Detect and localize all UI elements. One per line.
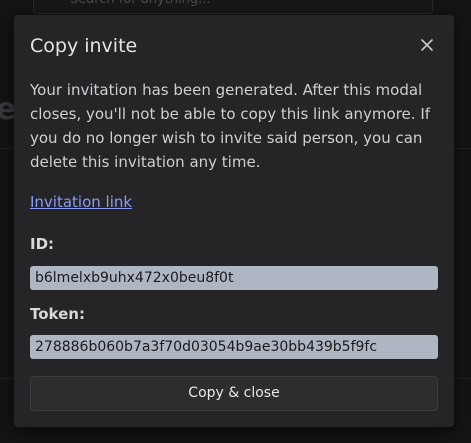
close-button[interactable] bbox=[417, 35, 437, 55]
invitation-link[interactable]: Invitation link bbox=[30, 193, 132, 211]
copy-invite-modal: Copy invite Your invitation has been gen… bbox=[14, 15, 454, 427]
modal-description: Your invitation has been generated. Afte… bbox=[30, 81, 431, 171]
id-label: ID: bbox=[30, 235, 55, 253]
id-field[interactable]: b6lmelxb9uhx472x0beu8f0t bbox=[30, 266, 438, 290]
close-icon bbox=[421, 39, 433, 51]
background-search-input: Search for anything... bbox=[33, 0, 433, 14]
modal-title: Copy invite bbox=[30, 35, 138, 57]
token-label: Token: bbox=[30, 305, 85, 323]
copy-close-button[interactable]: Copy & close bbox=[30, 376, 438, 411]
token-field[interactable]: 278886b060b7a3f70d03054b9ae30bb439b5f9fc bbox=[30, 335, 438, 359]
